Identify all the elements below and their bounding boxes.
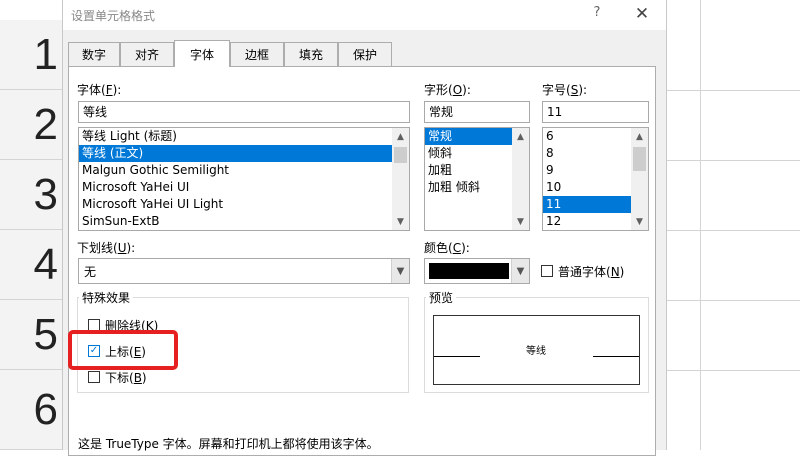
effects-group-title: 特殊效果 [79,289,134,306]
font-size-input[interactable]: 11 [542,101,649,123]
row-header-4[interactable]: 4 [0,230,62,300]
font-tab-panel: 字体(F): 等线 等线 Light (标题) 等线 (正文) Malgun G… [68,66,656,456]
underline-label: 下划线(U): [77,241,136,255]
color-picker[interactable]: ▼ [424,258,530,284]
tab-alignment[interactable]: 对齐 [120,42,174,66]
list-item-selected[interactable]: 等线 (正文) [79,145,409,162]
tab-fill[interactable]: 填充 [284,42,338,66]
font-size-list[interactable]: 6 8 9 10 11 12 ▲ ▼ [542,127,649,231]
preview-baseline-left [434,356,480,357]
scroll-down-icon[interactable]: ▼ [631,213,648,230]
scroll-down-icon[interactable]: ▼ [392,213,409,230]
normal-font-checkbox[interactable] [541,265,553,277]
row-header-2[interactable]: 2 [0,90,62,160]
list-item[interactable]: Microsoft YaHei UI Light [79,196,409,213]
preview-area: 等线 [433,315,640,385]
font-style-label: 字形(O): [424,83,471,97]
list-item[interactable]: Malgun Gothic Semilight [79,162,409,179]
scroll-up-icon[interactable]: ▲ [512,128,529,145]
color-swatch [429,263,509,279]
row-header-3[interactable]: 3 [0,160,62,230]
list-item-selected[interactable]: 11 [543,196,631,213]
font-name-input[interactable]: 等线 [78,101,410,123]
list-item[interactable]: Microsoft YaHei UI [79,179,409,196]
column-gridline [700,0,701,450]
scroll-down-icon[interactable]: ▼ [512,213,529,230]
close-icon[interactable]: ✕ [631,3,653,25]
chevron-down-icon[interactable]: ▼ [391,259,409,283]
format-cells-dialog: 设置单元格格式 ? ✕ 数字 对齐 字体 边框 填充 保护 字体(F): 等线 … [62,0,667,456]
row-header-5[interactable]: 5 [0,300,62,370]
preview-group-title: 预览 [426,289,457,306]
font-size-label: 字号(S): [542,83,588,97]
scroll-thumb[interactable] [394,147,407,163]
row-header-1[interactable]: 1 [0,20,62,90]
color-label: 颜色(C): [424,241,470,255]
scroll-up-icon[interactable]: ▲ [631,128,648,145]
scrollbar[interactable]: ▲ ▼ [631,128,648,230]
underline-select[interactable]: 无 ▼ [78,258,410,284]
dialog-title: 设置单元格格式 [71,9,156,23]
tab-font[interactable]: 字体 [174,40,230,67]
row-gridline [665,230,800,231]
tab-number[interactable]: 数字 [68,42,120,66]
row-gridline [665,370,800,371]
subscript-checkbox[interactable] [88,371,100,383]
truetype-note: 这是 TrueType 字体。屏幕和打印机上都将使用该字体。 [78,437,379,451]
dialog-titlebar[interactable]: 设置单元格格式 ? ✕ [63,0,666,30]
underline-selected-value: 无 [84,265,97,279]
subscript-label[interactable]: 下标(B) [105,369,147,386]
row-header-6[interactable]: 6 [0,370,62,450]
font-label: 字体(F): [77,83,122,97]
preview-baseline-right [593,356,639,357]
row-gridline [665,160,800,161]
list-item[interactable]: SimSun-ExtB [79,213,409,230]
scrollbar[interactable]: ▲ ▼ [512,128,529,230]
preview-sample-text: 等线 [526,346,546,357]
chevron-down-icon[interactable]: ▼ [511,259,529,283]
tab-protection[interactable]: 保护 [338,42,392,66]
row-gridline [665,90,800,91]
row-gridline [665,300,800,301]
list-item-selected[interactable]: 常规 [425,128,512,145]
font-style-list[interactable]: 常规 倾斜 加粗 加粗 倾斜 ▲ ▼ [424,127,530,231]
font-name-list[interactable]: 等线 Light (标题) 等线 (正文) Malgun Gothic Semi… [78,127,410,231]
list-item[interactable]: 等线 Light (标题) [79,128,409,145]
scrollbar[interactable]: ▲ ▼ [392,128,409,230]
tab-border[interactable]: 边框 [230,42,284,66]
normal-font-label[interactable]: 普通字体(N) [558,263,624,280]
font-style-input[interactable]: 常规 [424,101,530,123]
help-icon[interactable]: ? [588,5,606,23]
scroll-thumb[interactable] [633,147,646,171]
scroll-up-icon[interactable]: ▲ [392,128,409,145]
annotation-highlight-box [68,330,178,370]
